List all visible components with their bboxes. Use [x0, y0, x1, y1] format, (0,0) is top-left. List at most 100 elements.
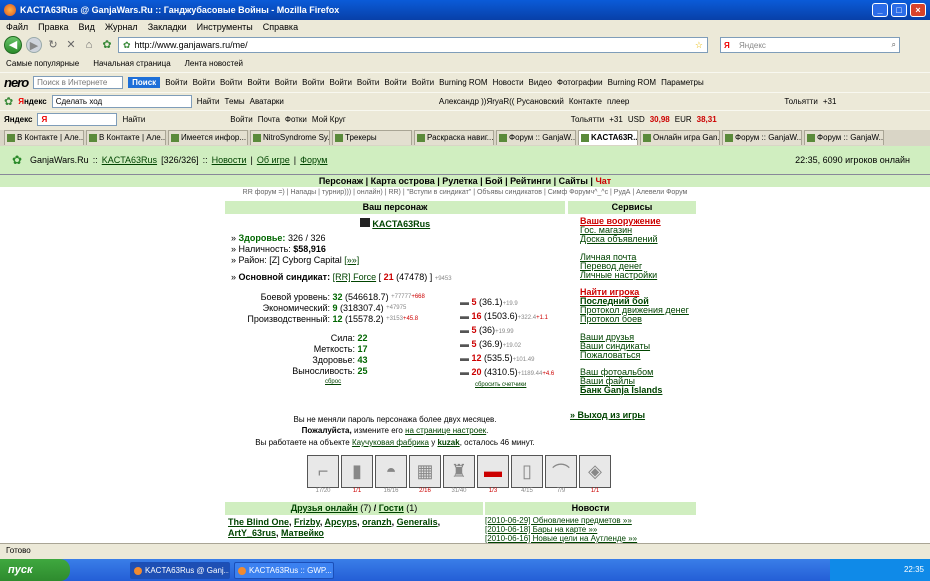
- bookmark-star-icon[interactable]: ☆: [695, 40, 703, 51]
- weather-city-2[interactable]: Тольятти: [571, 115, 605, 124]
- equip-slot[interactable]: ▬ 1/3: [477, 455, 509, 499]
- nero-item[interactable]: Burning ROM: [608, 78, 656, 87]
- nero-settings[interactable]: Параметры: [661, 78, 704, 87]
- yandex-mail[interactable]: Почта: [258, 115, 280, 124]
- yandex-photos[interactable]: Фотки: [285, 115, 307, 124]
- yandex-username[interactable]: Александр ))ЯryaR(( Русановский: [439, 97, 564, 106]
- tab[interactable]: Форум :: GanjaW...: [804, 130, 884, 145]
- equip-slot[interactable]: ⌐ 17/20: [307, 455, 339, 499]
- weather-city[interactable]: Тольятти: [784, 97, 818, 106]
- nero-item[interactable]: Видео: [529, 78, 552, 87]
- equip-slot[interactable]: ⌒ 7/9: [545, 455, 577, 499]
- service-link[interactable]: Банк Ganja Islands: [580, 386, 696, 395]
- menu-view[interactable]: Вид: [79, 22, 95, 32]
- menu-battle[interactable]: Бой: [485, 176, 503, 186]
- nero-item[interactable]: Войти: [384, 78, 406, 87]
- nero-item[interactable]: Войти: [220, 78, 242, 87]
- news-item[interactable]: [2010-06-16] Новые цели на Аутленде »»: [485, 534, 696, 543]
- nero-item[interactable]: Войти: [330, 78, 352, 87]
- service-link[interactable]: Пожаловаться: [580, 351, 696, 360]
- yandex-player[interactable]: плеер: [607, 97, 629, 106]
- yandex-vkontakte[interactable]: Контакте: [569, 97, 602, 106]
- work-owner-link[interactable]: kuzak: [437, 438, 459, 447]
- minimize-button[interactable]: _: [872, 3, 888, 17]
- menu-tools[interactable]: Инструменты: [197, 22, 253, 32]
- equip-slot[interactable]: ◈ 1/1: [579, 455, 611, 499]
- friend-link[interactable]: Apcyps: [325, 517, 358, 527]
- menu-island-map[interactable]: Карта острова: [371, 176, 435, 186]
- forum-link[interactable]: Форум: [300, 155, 327, 165]
- menu-history[interactable]: Журнал: [105, 22, 138, 32]
- close-button[interactable]: ×: [910, 3, 926, 17]
- nero-item[interactable]: Войти: [193, 78, 215, 87]
- tab[interactable]: NitroSyndrome Sy...: [250, 130, 330, 145]
- skills-reset-link[interactable]: сбросить счетчики: [460, 380, 565, 391]
- menu-sites[interactable]: Сайты: [559, 176, 588, 186]
- nero-item[interactable]: Войти: [165, 78, 187, 87]
- tab[interactable]: Онлайн игра Gan...: [640, 130, 720, 145]
- friend-link[interactable]: Матвейко: [281, 528, 324, 538]
- home-icon[interactable]: ⌂: [82, 38, 96, 52]
- nero-item[interactable]: Новости: [493, 78, 524, 87]
- back-button[interactable]: ◀: [4, 36, 22, 54]
- bookmark-start-page[interactable]: Начальная страница: [93, 59, 170, 68]
- url-bar[interactable]: ✿ http://www.ganjawars.ru/me/ ☆: [118, 37, 708, 53]
- tab[interactable]: Форум :: GanjaW...: [722, 130, 802, 145]
- tab[interactable]: В Контакте | Але...: [4, 130, 84, 145]
- yandex-login[interactable]: Войти: [230, 115, 252, 124]
- news-item[interactable]: [2010-06-29] Обновление предметов »»: [485, 516, 696, 525]
- guests-link[interactable]: Гости: [379, 503, 404, 513]
- nero-search-button[interactable]: Поиск: [128, 77, 161, 88]
- nero-item[interactable]: Войти: [275, 78, 297, 87]
- nero-item[interactable]: Burning ROM: [439, 78, 487, 87]
- tab-active[interactable]: KACTA63R...: [578, 130, 638, 145]
- stop-icon[interactable]: ✕: [64, 38, 78, 52]
- equip-slot[interactable]: ◓ 16/16: [375, 455, 407, 499]
- yandex-input[interactable]: Сделать ход: [51, 95, 192, 108]
- menu-help[interactable]: Справка: [263, 22, 298, 32]
- nero-item[interactable]: Фотографии: [557, 78, 603, 87]
- district-link[interactable]: [»»]: [344, 255, 359, 265]
- yandex-avatars[interactable]: Аватарки: [250, 97, 284, 106]
- site-submenu[interactable]: RR форум =) | Напады | турнир))) | онлай…: [0, 188, 930, 198]
- menu-character[interactable]: Персонаж: [319, 176, 363, 186]
- yandex-find-button[interactable]: Найти: [122, 115, 145, 124]
- yandex-moikrug[interactable]: Мой Круг: [312, 115, 346, 124]
- news-link[interactable]: Новости: [212, 155, 247, 165]
- friend-link[interactable]: oranzh: [362, 517, 392, 527]
- site-name[interactable]: GanjaWars.Ru: [30, 155, 89, 165]
- equip-slot[interactable]: ♜ 31/40: [443, 455, 475, 499]
- tab[interactable]: Раскраска навиг...: [414, 130, 494, 145]
- character-name[interactable]: KACTA63Rus: [372, 219, 430, 229]
- friend-link[interactable]: ArtY_63rus: [228, 528, 276, 538]
- attrs-reset-link[interactable]: сброс: [225, 377, 455, 388]
- reload-icon[interactable]: ↻: [46, 38, 60, 52]
- tab[interactable]: В Контакте | Але...: [86, 130, 166, 145]
- yandex-themes[interactable]: Темы: [225, 97, 245, 106]
- equip-slot[interactable]: ▮ 1/1: [341, 455, 373, 499]
- nero-item[interactable]: Войти: [412, 78, 434, 87]
- service-link[interactable]: Личные настройки: [580, 271, 696, 280]
- nero-item[interactable]: Войти: [302, 78, 324, 87]
- start-button[interactable]: пуск: [0, 559, 70, 581]
- menu-bookmarks[interactable]: Закладки: [148, 22, 187, 32]
- service-link[interactable]: Протокол боев: [580, 315, 696, 324]
- friend-link[interactable]: The Blind One: [228, 517, 289, 527]
- nero-item[interactable]: Войти: [357, 78, 379, 87]
- bookmark-popular[interactable]: Самые популярные: [6, 59, 79, 68]
- menu-edit[interactable]: Правка: [38, 22, 68, 32]
- news-item[interactable]: [2010-06-18] Бары на карте »»: [485, 525, 696, 534]
- taskbar-item[interactable]: KACTA63Rus @ Ganj...: [130, 561, 230, 579]
- menu-file[interactable]: Файл: [6, 22, 28, 32]
- tab[interactable]: Имеется инфор...: [168, 130, 248, 145]
- service-link[interactable]: Доска объявлений: [580, 235, 696, 244]
- nero-item[interactable]: Войти: [247, 78, 269, 87]
- yandex-input-2[interactable]: Я: [37, 113, 118, 126]
- search-icon[interactable]: ⌕: [892, 40, 896, 50]
- friend-link[interactable]: Frizby: [294, 517, 320, 527]
- exit-link[interactable]: » Выход из игры: [570, 411, 696, 420]
- about-link[interactable]: Об игре: [257, 155, 290, 165]
- settings-page-link[interactable]: на странице настроек: [405, 426, 486, 435]
- nero-search-input[interactable]: Поиск в Интернете: [33, 76, 124, 89]
- menu-ratings[interactable]: Рейтинги: [510, 176, 551, 186]
